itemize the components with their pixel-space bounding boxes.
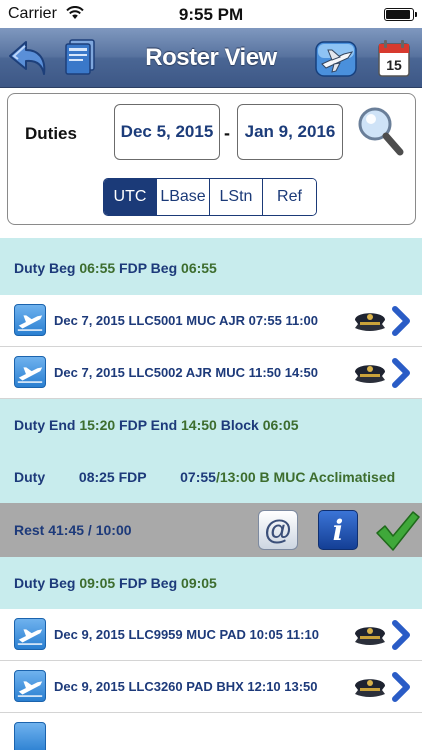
battery-icon	[384, 8, 417, 21]
timezone-utc[interactable]: UTC	[104, 179, 157, 215]
roster-list[interactable]: Duty Beg 06:55 FDP Beg 06:55 Dec 7, 2015…	[0, 230, 422, 750]
nav-bar: Roster View 15	[0, 28, 422, 88]
flight-log-icon[interactable]	[314, 36, 358, 80]
rest-label: Rest 41:45 / 10:00	[14, 522, 132, 538]
search-icon[interactable]	[354, 102, 406, 160]
status-bar: Carrier 9:55 PM	[0, 0, 422, 28]
chevron-right-icon[interactable]	[390, 358, 412, 388]
info-icon[interactable]: i	[318, 510, 358, 550]
flight-details: Dec 9, 2015 LLC3260 PAD BHX 12:10 13:50	[54, 679, 318, 694]
end-date-button[interactable]: Jan 9, 2016	[237, 104, 343, 160]
airplane-icon[interactable]	[14, 304, 46, 336]
captain-cap-icon[interactable]	[352, 306, 388, 334]
start-date-button[interactable]: Dec 5, 2015	[114, 104, 220, 160]
chevron-right-icon[interactable]	[390, 306, 412, 336]
duty-summary-row[interactable]: Duty 08:25 FDP 07:55/13:00 B MUC Acclima…	[0, 451, 422, 503]
flight-row[interactable]: Dec 9, 2015 LLC9959 MUC PAD 10:05 11:10	[0, 609, 422, 661]
airplane-icon[interactable]	[14, 618, 46, 650]
clock: 9:55 PM	[178, 5, 244, 24]
duty-begin-row[interactable]: Duty Beg 09:05 FDP Beg 09:05	[0, 557, 422, 609]
airplane-icon[interactable]	[14, 670, 46, 702]
duty-begin-row[interactable]: Duty Beg 06:55 FDP Beg 06:55	[0, 238, 422, 295]
duties-filter-panel: Duties Dec 5, 2015 - Jan 9, 2016 UTC LBa…	[7, 93, 416, 225]
page-title: Roster View	[145, 44, 277, 71]
email-icon[interactable]: @	[258, 510, 298, 550]
timezone-lbase[interactable]: LBase	[157, 179, 210, 215]
timezone-lstn[interactable]: LStn	[210, 179, 263, 215]
date-range-separator: -	[224, 123, 230, 143]
rest-row[interactable]: Rest 41:45 / 10:00 @ i	[0, 503, 422, 557]
flight-row-partial[interactable]	[0, 713, 422, 750]
captain-cap-icon[interactable]	[352, 672, 388, 700]
timezone-ref[interactable]: Ref	[263, 179, 316, 215]
duties-label: Duties	[25, 124, 77, 143]
airplane-icon[interactable]	[14, 722, 46, 750]
flight-details: Dec 9, 2015 LLC9959 MUC PAD 10:05 11:10	[54, 627, 319, 642]
flight-row[interactable]: Dec 7, 2015 LLC5001 MUC AJR 07:55 11:00	[0, 295, 422, 347]
airplane-icon[interactable]	[14, 356, 46, 388]
svg-text:15: 15	[386, 57, 402, 73]
flight-details: Dec 7, 2015 LLC5001 MUC AJR 07:55 11:00	[54, 313, 318, 328]
flight-row[interactable]: Dec 7, 2015 LLC5002 AJR MUC 11:50 14:50	[0, 347, 422, 399]
timezone-selector: UTC LBase LStn Ref	[103, 178, 317, 216]
chevron-right-icon[interactable]	[390, 672, 412, 702]
checkmark-icon[interactable]	[374, 508, 420, 554]
chevron-right-icon[interactable]	[390, 620, 412, 650]
duty-end-row[interactable]: Duty End 15:20 FDP End 14:50 Block 06:05	[0, 399, 422, 451]
calendar-icon[interactable]: 15	[372, 36, 416, 80]
flight-details: Dec 7, 2015 LLC5002 AJR MUC 11:50 14:50	[54, 365, 318, 380]
captain-cap-icon[interactable]	[352, 358, 388, 386]
flight-row[interactable]: Dec 9, 2015 LLC3260 PAD BHX 12:10 13:50	[0, 661, 422, 713]
captain-cap-icon[interactable]	[352, 620, 388, 648]
